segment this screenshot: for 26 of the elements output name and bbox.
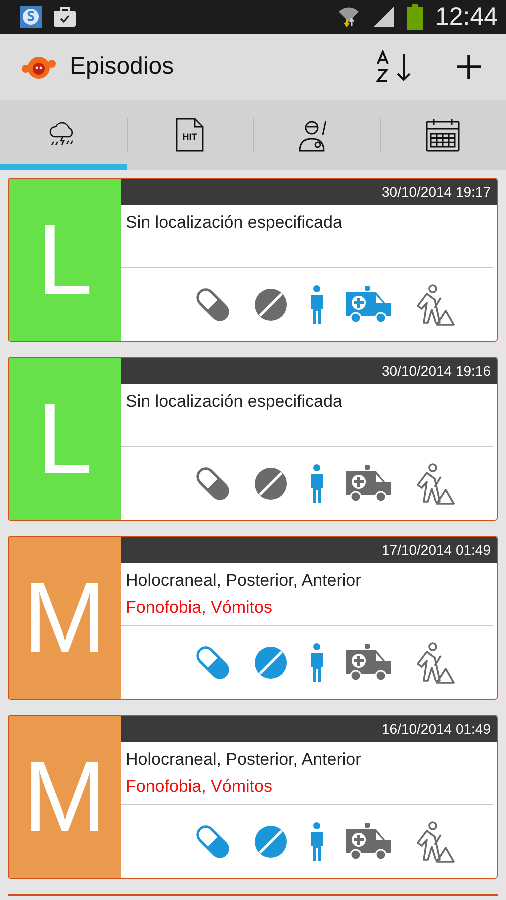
episode-card[interactable]: M 16/10/2014 01:49 Holocraneal, Posterior, Anterior Fonofobia, Vómitos <box>8 715 498 879</box>
episode-location: Holocraneal, Posterior, Anterior <box>126 749 362 771</box>
episode-card[interactable]: L 30/10/2014 19:16 Sin localización especificada <box>8 357 498 521</box>
episode-location: Sin localización especificada <box>126 212 344 234</box>
episode-date: 30/10/2014 19:17 <box>382 184 491 200</box>
episode-date: 30/10/2014 19:16 <box>382 363 491 379</box>
briefcase-icon <box>54 7 76 27</box>
episode-date: 17/10/2014 01:49 <box>382 542 491 558</box>
screen-title: Episodios <box>70 53 174 81</box>
episode-location: Holocraneal, Posterior, Anterior <box>126 570 362 592</box>
episode-symptoms: Fonofobia, Vómitos <box>126 776 274 798</box>
severity-letter: L <box>9 179 121 341</box>
status-time: 12:44 <box>435 2 498 32</box>
episode-card[interactable]: M 17/10/2014 01:49 Holocraneal, Posterior, Anterior Fonofobia, Vómitos <box>8 536 498 700</box>
signal-icon <box>373 6 396 28</box>
episode-date: 16/10/2014 01:49 <box>382 721 491 737</box>
severity-letter: M <box>9 716 121 878</box>
severity-letter: M <box>9 537 121 699</box>
wifi-icon <box>337 5 362 29</box>
app-notification-icon <box>20 6 42 28</box>
calendar-icon <box>424 117 461 153</box>
episode-location: Sin localización especificada <box>126 391 344 413</box>
episode-card[interactable]: L 30/10/2014 19:17 Sin localización especificada <box>8 178 498 342</box>
episode-symptoms: Fonofobia, Vómitos <box>126 597 274 619</box>
severity-letter: L <box>9 358 121 520</box>
battery-icon <box>407 4 424 30</box>
